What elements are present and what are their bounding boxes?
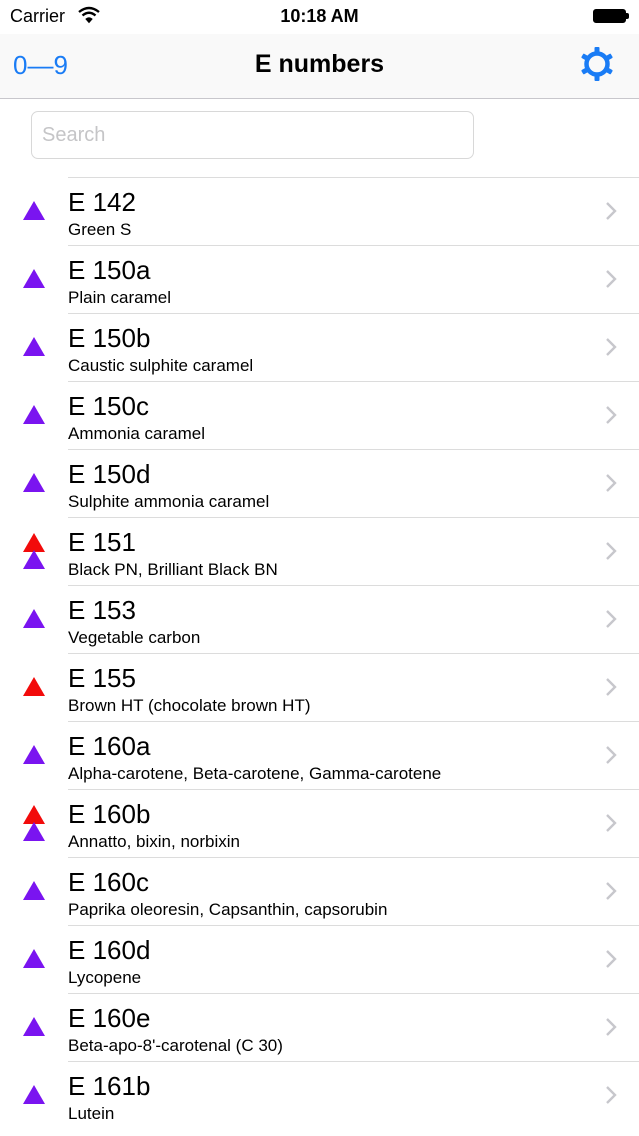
item-name: Alpha-carotene, Beta-carotene, Gamma-car… xyxy=(68,764,442,783)
list-item[interactable]: E 160a Alpha-carotene, Beta-carotene, Gam… xyxy=(0,721,639,789)
search-input[interactable] xyxy=(42,120,462,150)
status-bar: Carrier 10:18 AM xyxy=(0,0,639,34)
red-triangle-icon xyxy=(23,677,45,696)
status-time: 10:18 AM xyxy=(280,6,359,26)
item-code: E 160c xyxy=(68,867,149,897)
list-item[interactable]: E 151 Black PN, Brilliant Black BN xyxy=(0,517,639,585)
list-item[interactable]: E 160d Lycopene xyxy=(0,925,639,993)
list-item[interactable]: E 142 Green S xyxy=(0,177,639,245)
item-code: E 160e xyxy=(68,1003,151,1033)
chevron-right-icon xyxy=(606,882,617,900)
item-name: Black PN, Brilliant Black BN xyxy=(68,560,278,579)
list-item[interactable]: E 160b Annatto, bixin, norbixin xyxy=(0,789,639,857)
chevron-right-icon xyxy=(606,746,617,764)
purple-triangle-icon xyxy=(23,609,45,628)
list-item[interactable]: E 150c Ammonia caramel xyxy=(0,381,639,449)
item-name: Sulphite ammonia caramel xyxy=(68,492,270,511)
e-number-list: E 142 Green S E 150a Plain caramel E 150b Cau… xyxy=(0,177,639,1129)
purple-triangle-icon xyxy=(23,822,45,841)
item-code: E 160a xyxy=(68,731,151,761)
chevron-right-icon xyxy=(606,270,617,288)
chevron-right-icon xyxy=(606,1086,617,1104)
list-item[interactable]: E 150d Sulphite ammonia caramel xyxy=(0,449,639,517)
item-name: Brown HT (chocolate brown HT) xyxy=(68,696,311,715)
list-item[interactable]: E 161b Lutein xyxy=(0,1061,639,1129)
chevron-right-icon xyxy=(606,950,617,968)
item-code: E 150d xyxy=(68,459,151,489)
purple-triangle-icon xyxy=(23,405,45,424)
purple-triangle-icon xyxy=(23,745,45,764)
navigation-bar: 0—9 E numbers xyxy=(0,34,639,99)
item-code: E 160b xyxy=(68,799,151,829)
item-code: E 160d xyxy=(68,935,151,965)
purple-triangle-icon xyxy=(23,201,45,220)
chevron-right-icon xyxy=(606,338,617,356)
item-name: Beta-apo-8'-carotenal (C 30) xyxy=(68,1036,283,1055)
item-code: E 153 xyxy=(68,595,136,625)
gear-icon[interactable] xyxy=(579,46,615,82)
item-name: Ammonia caramel xyxy=(68,424,205,443)
item-code: E 161b xyxy=(68,1071,151,1101)
chevron-right-icon xyxy=(606,814,617,832)
purple-triangle-icon xyxy=(23,269,45,288)
chevron-right-icon xyxy=(606,474,617,492)
list-item[interactable]: E 150a Plain caramel xyxy=(0,245,639,313)
item-name: Caustic sulphite caramel xyxy=(68,356,254,375)
list-item[interactable]: E 160e Beta-apo-8'-carotenal (C 30) xyxy=(0,993,639,1061)
list-item[interactable]: E 153 Vegetable carbon xyxy=(0,585,639,653)
item-name: Vegetable carbon xyxy=(68,628,201,647)
chevron-right-icon xyxy=(606,202,617,220)
item-name: Paprika oleoresin, Capsanthin, capsorubi… xyxy=(68,900,388,919)
chevron-right-icon xyxy=(606,406,617,424)
item-name: Lutein xyxy=(68,1104,115,1123)
item-name: Green S xyxy=(68,220,132,239)
purple-triangle-icon xyxy=(23,949,45,968)
item-name: Lycopene xyxy=(68,968,142,987)
item-code: E 150a xyxy=(68,255,151,285)
purple-triangle-icon xyxy=(23,1085,45,1104)
purple-triangle-icon xyxy=(23,1017,45,1036)
item-code: E 150b xyxy=(68,323,151,353)
purple-triangle-icon xyxy=(23,881,45,900)
item-name: Annatto, bixin, norbixin xyxy=(68,832,240,851)
purple-triangle-icon xyxy=(23,550,45,569)
item-code: E 155 xyxy=(68,663,136,693)
item-code: E 150c xyxy=(68,391,149,421)
item-name: Plain caramel xyxy=(68,288,171,307)
chevron-right-icon xyxy=(606,1018,617,1036)
item-code: E 151 xyxy=(68,527,136,557)
battery-icon xyxy=(593,9,629,23)
purple-triangle-icon xyxy=(23,337,45,356)
purple-triangle-icon xyxy=(23,473,45,492)
page-title: E numbers xyxy=(254,50,385,78)
list-item[interactable]: E 150b Caustic sulphite caramel xyxy=(0,313,639,381)
list-item[interactable]: E 160c Paprika oleoresin, Capsanthin, cap… xyxy=(0,857,639,925)
chevron-right-icon xyxy=(606,542,617,560)
chevron-right-icon xyxy=(606,678,617,696)
chevron-right-icon xyxy=(606,610,617,628)
list-item[interactable]: E 155 Brown HT (chocolate brown HT) xyxy=(0,653,639,721)
search-bar xyxy=(31,111,474,159)
item-code: E 142 xyxy=(68,187,136,217)
